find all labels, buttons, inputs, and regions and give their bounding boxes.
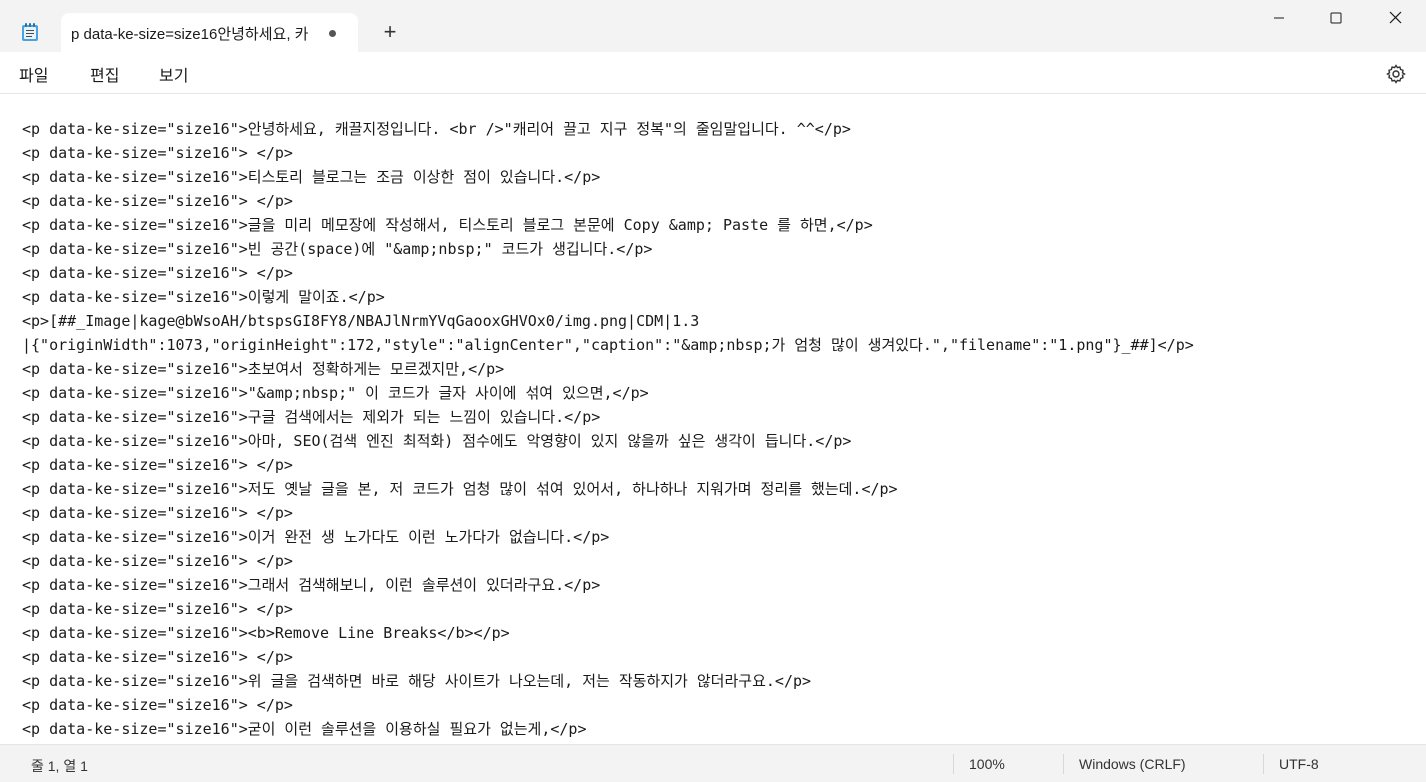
editor-line: <p data-ke-size="size16">초보여서 정확하게는 모르겠지…	[22, 360, 505, 378]
unsaved-dot-icon[interactable]	[329, 30, 336, 37]
editor-line: <p data-ke-size="size16">글을 미리 메모장에 작성해서…	[22, 216, 873, 234]
new-tab-button[interactable]: +	[376, 18, 404, 46]
editor-line: <p data-ke-size="size16"> </p>	[22, 600, 293, 618]
editor-line: <p data-ke-size="size16"> </p>	[22, 456, 293, 474]
status-divider	[953, 754, 954, 774]
editor-line: <p data-ke-size="size16">"&amp;nbsp;" 이 …	[22, 384, 649, 402]
cursor-position: 줄 1, 열 1	[31, 758, 88, 774]
tab-title: p data-ke-size=size16안녕하세요, 카	[71, 26, 309, 43]
menu-bar: 파일 편집 보기	[0, 52, 1426, 94]
editor-line: <p data-ke-size="size16">구글 검색에서는 제외가 되는…	[22, 408, 601, 426]
editor-line: <p data-ke-size="size16"><b>Remove Line …	[22, 624, 510, 642]
editor-line: <p data-ke-size="size16">그래서 검색해보니, 이런 솔…	[22, 576, 601, 594]
notepad-window: p data-ke-size=size16안녕하세요, 카 + 파일 편집 보기	[0, 0, 1426, 782]
title-bar: p data-ke-size=size16안녕하세요, 카 +	[0, 0, 1426, 53]
minimize-button[interactable]	[1250, 0, 1308, 40]
editor-line: <p data-ke-size="size16"> </p>	[22, 696, 293, 714]
editor-line: <p data-ke-size="size16">티스토리 블로그는 조금 이상…	[22, 168, 601, 186]
editor-line: <p data-ke-size="size16">안녕하세요, 캐끌지정입니다.…	[22, 120, 851, 138]
gear-icon	[1384, 64, 1408, 90]
editor-line: <p data-ke-size="size16"> </p>	[22, 264, 293, 282]
close-icon	[1389, 11, 1402, 29]
maximize-icon	[1330, 11, 1342, 29]
menu-view[interactable]: 보기	[159, 62, 188, 86]
status-divider	[1063, 754, 1064, 774]
menu-file[interactable]: 파일	[19, 62, 48, 86]
editor-lines: <p data-ke-size="size16">안녕하세요, 캐끌지정입니다.…	[22, 117, 1194, 741]
editor-line: <p data-ke-size="size16">저도 옛날 글을 본, 저 코…	[22, 480, 898, 498]
status-bar: 줄 1, 열 1 100% Windows (CRLF) UTF-8	[0, 744, 1426, 782]
status-divider	[1263, 754, 1264, 774]
editor-line: <p data-ke-size="size16"> </p>	[22, 192, 293, 210]
encoding[interactable]: UTF-8	[1279, 756, 1319, 772]
editor-line: <p data-ke-size="size16">위 글을 검색하면 바로 해당…	[22, 672, 812, 690]
editor-line: <p data-ke-size="size16"> </p>	[22, 504, 293, 522]
maximize-button[interactable]	[1307, 0, 1365, 40]
editor-line: <p>[##_Image|kage@bWsoAH/btspsGI8FY8/NBA…	[22, 312, 700, 330]
menu-edit[interactable]: 편집	[90, 62, 119, 86]
editor-line: <p data-ke-size="size16"> </p>	[22, 552, 293, 570]
editor-line: <p data-ke-size="size16">이거 완전 생 노가다도 이런…	[22, 528, 610, 546]
line-ending[interactable]: Windows (CRLF)	[1079, 756, 1186, 772]
editor-line: |{"originWidth":1073,"originHeight":172,…	[22, 336, 1194, 354]
text-editor[interactable]: <p data-ke-size="size16">안녕하세요, 캐끌지정입니다.…	[0, 94, 1426, 744]
close-button[interactable]	[1366, 0, 1424, 40]
editor-line: <p data-ke-size="size16"> </p>	[22, 144, 293, 162]
editor-line: <p data-ke-size="size16">아마, SEO(검색 엔진 최…	[22, 432, 852, 450]
notepad-icon	[21, 22, 39, 42]
editor-line: <p data-ke-size="size16">이렇게 말이죠.</p>	[22, 288, 385, 306]
document-tab[interactable]: p data-ke-size=size16안녕하세요, 카	[61, 13, 358, 53]
zoom-level[interactable]: 100%	[969, 756, 1005, 772]
editor-line: <p data-ke-size="size16">빈 공간(space)에 "&…	[22, 240, 653, 258]
editor-line: <p data-ke-size="size16">굳이 이런 솔루션을 이용하실…	[22, 720, 587, 738]
minimize-icon	[1273, 11, 1285, 29]
settings-button[interactable]	[1384, 62, 1408, 86]
editor-line: <p data-ke-size="size16"> </p>	[22, 648, 293, 666]
